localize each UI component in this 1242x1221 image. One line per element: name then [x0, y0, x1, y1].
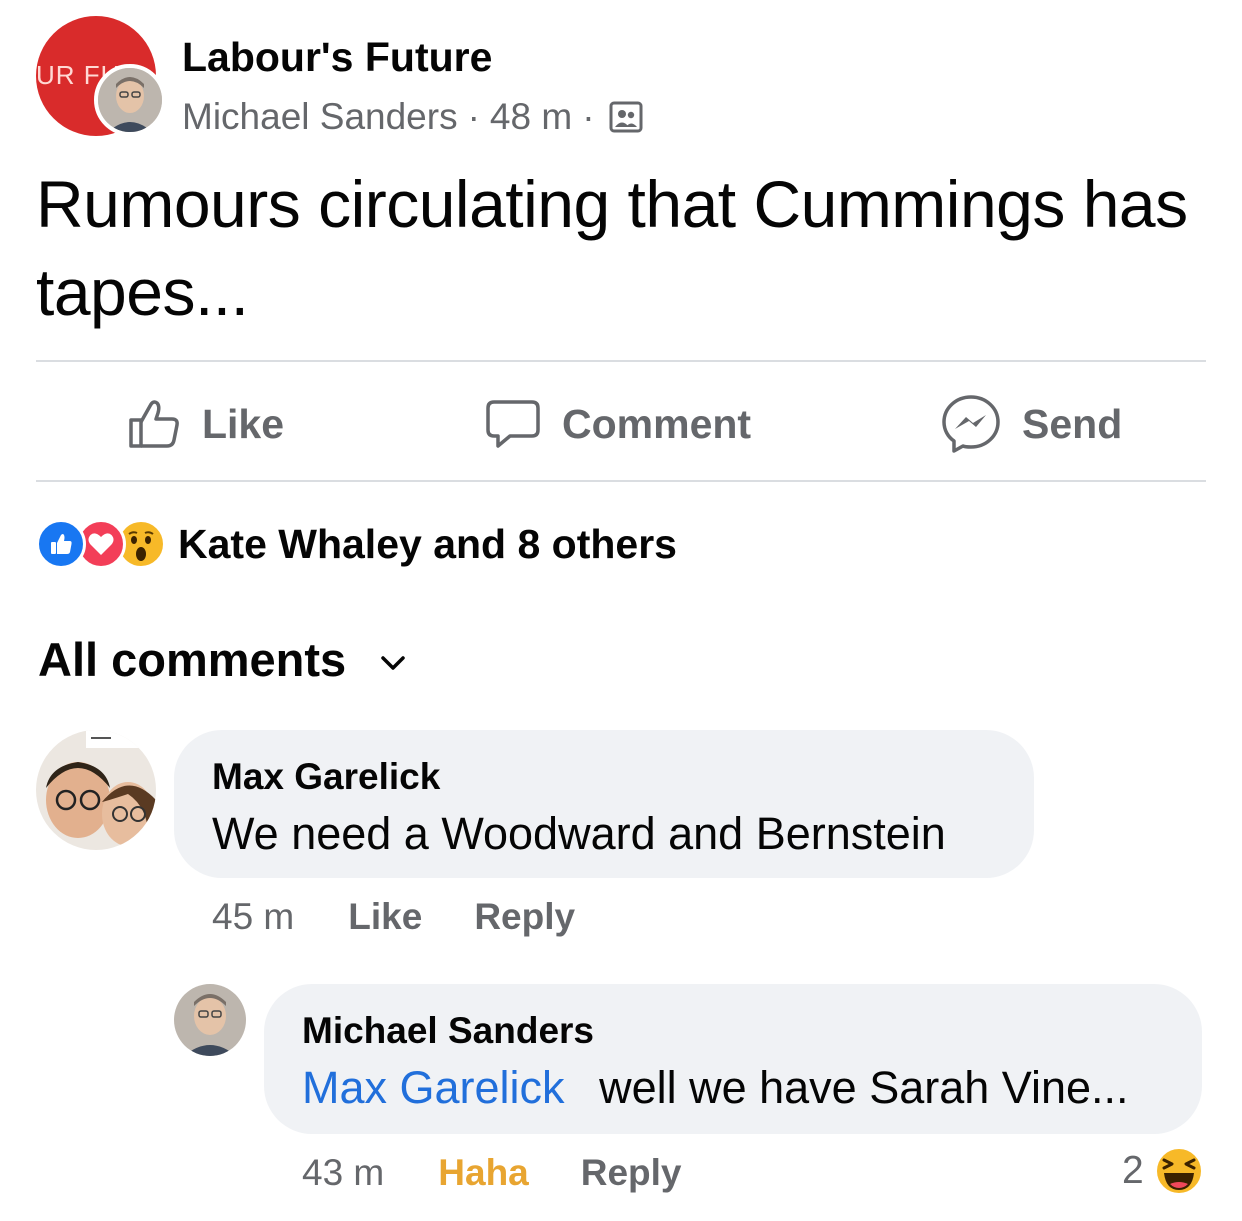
reactions-summary[interactable]: Kate Whaley and 8 others — [36, 518, 677, 570]
divider — [36, 360, 1206, 362]
send-label: Send — [1022, 400, 1123, 447]
comment-text: We need a Woodward and Bernstein — [212, 808, 946, 859]
reply-meta: 43 m Haha Reply — [302, 1152, 682, 1194]
speech-bubble-icon — [486, 400, 540, 448]
reply-bubble[interactable]: Michael Sanders Max Garelick well we hav… — [264, 984, 1202, 1134]
thumbs-up-icon — [129, 400, 179, 448]
comments-filter-label: All comments — [38, 633, 347, 686]
post-time[interactable]: 48 m — [490, 96, 572, 138]
divider — [36, 480, 1206, 482]
reply-reply-button[interactable]: Reply — [581, 1152, 682, 1194]
send-button[interactable]: Send — [940, 392, 1122, 456]
group-name[interactable]: Labour's Future — [182, 34, 492, 81]
reply-text-line: Max Garelick well we have Sarah Vine... — [302, 1062, 1129, 1114]
author-avatar[interactable] — [94, 64, 166, 136]
like-button[interactable]: Like — [126, 392, 284, 456]
comment-bubble[interactable]: Max Garelick We need a Woodward and Bern… — [174, 730, 1034, 878]
reply-time[interactable]: 43 m — [302, 1152, 384, 1194]
mention-link[interactable]: Max Garelick — [302, 1062, 565, 1113]
reactions-summary-text: Kate Whaley and 8 others — [178, 520, 677, 567]
comment-button[interactable]: Comment — [484, 392, 751, 456]
comment-meta: 45 m Like Reply — [212, 896, 575, 938]
reply-text: well we have Sarah Vine... — [599, 1062, 1129, 1113]
messenger-icon — [942, 395, 1000, 453]
comment-reply-button[interactable]: Reply — [474, 896, 575, 938]
commenter-avatar[interactable] — [36, 730, 156, 850]
comment-label: Comment — [562, 400, 752, 447]
chevron-down-icon — [381, 655, 405, 670]
commenter-photo-icon — [36, 730, 156, 850]
reply-reaction-count[interactable]: 2 — [1122, 1146, 1204, 1196]
group-audience-icon — [609, 101, 643, 133]
like-label: Like — [202, 400, 285, 447]
person-photo-icon — [98, 68, 162, 132]
author-name[interactable]: Michael Sanders — [182, 96, 458, 138]
person-photo-icon — [174, 984, 246, 1056]
haha-reaction-icon — [1154, 1147, 1203, 1195]
post-text: Rumours circulating that Cummings has ta… — [36, 167, 1188, 329]
like-reaction-icon — [36, 519, 86, 569]
comment-author[interactable]: Max Garelick — [212, 756, 440, 798]
comment-like-button[interactable]: Like — [348, 896, 422, 938]
comment-time[interactable]: 45 m — [212, 896, 294, 938]
comments-filter-dropdown[interactable]: All comments — [38, 632, 406, 687]
separator-dot: · — [467, 96, 480, 137]
reaction-count: 2 — [1122, 1149, 1144, 1192]
separator-dot: · — [582, 96, 595, 137]
reply-author[interactable]: Michael Sanders — [302, 1010, 594, 1052]
reply-haha-button[interactable]: Haha — [438, 1152, 528, 1194]
post-meta: Michael Sanders · 48 m · — [182, 96, 643, 138]
reply-author-avatar[interactable] — [174, 984, 246, 1056]
